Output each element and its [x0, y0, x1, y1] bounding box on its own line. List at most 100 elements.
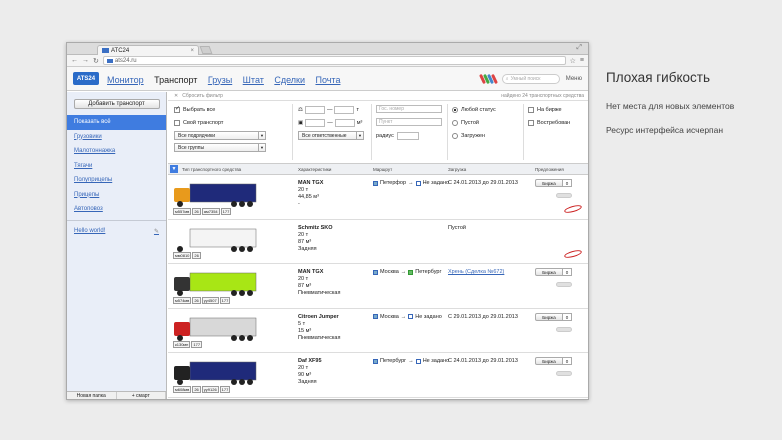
deal-link[interactable]: Хрень (Сделка №672): [448, 269, 504, 275]
radius-input[interactable]: [396, 132, 419, 140]
in-demand-checkbox[interactable]: Востребован: [528, 118, 570, 128]
sidebar-divider: [67, 219, 166, 221]
volume-max-input[interactable]: [334, 119, 355, 127]
groups-select[interactable]: Все группы ▼: [174, 143, 266, 152]
route-from: Москва: [380, 269, 399, 275]
status-empty-label: Пустой: [461, 120, 479, 126]
back-icon[interactable]: ←: [71, 57, 78, 64]
nav-transport[interactable]: Транспорт: [154, 75, 197, 85]
menu-button[interactable]: Меню: [566, 76, 582, 82]
load-info: С 24.01.2013 до 29.01.2013: [448, 358, 518, 364]
vehicle-name[interactable]: Citroen Jumper: [298, 314, 339, 320]
table-row[interactable]: м608мв 26 уу9126 177 Daf XF95 20 т 90 м³ Задняя…: [168, 353, 588, 398]
filter-funnel-icon[interactable]: ▼: [170, 165, 178, 173]
on-exchange-checkbox[interactable]: На бирже: [528, 105, 570, 115]
close-filter-icon[interactable]: ✕: [174, 93, 178, 99]
sidebar-item-trailers[interactable]: Прицепы: [67, 188, 166, 203]
weight-max-input[interactable]: [334, 106, 355, 114]
volume-min-input[interactable]: [305, 119, 326, 127]
sidebar-item-car-carrier[interactable]: Автоповоз: [67, 202, 166, 217]
nav-cargo[interactable]: Грузы: [208, 75, 232, 85]
load-text: С 24.01.2013 до 29.01.2013: [448, 358, 518, 364]
select-all-checkbox[interactable]: Выбрать все: [174, 105, 266, 115]
new-folder-button[interactable]: Новая папка: [67, 392, 117, 399]
address-bar: ← → ↻ ats24.ru ☆ ≡: [67, 55, 588, 67]
col-route[interactable]: Маршрут: [373, 167, 392, 172]
add-transport-button[interactable]: Добавить транспорт: [73, 99, 160, 109]
smart-folder-button[interactable]: + смарт: [116, 392, 166, 399]
offer-toggle[interactable]: [556, 326, 572, 332]
truck-image: [177, 228, 257, 252]
exchange-button[interactable]: Биржа: [535, 268, 563, 276]
edit-icon[interactable]: ✎: [154, 228, 159, 236]
nav-mail[interactable]: Почта: [315, 75, 340, 85]
table-header: ▼ Тип транспортного средства Характерист…: [168, 164, 588, 175]
exchange-button[interactable]: Биржа: [535, 312, 563, 321]
offer-toggle[interactable]: [556, 193, 572, 198]
offer-count: 0: [563, 268, 572, 276]
number-input[interactable]: Гос. номер: [376, 105, 442, 113]
vehicle-name[interactable]: MAN TGX: [298, 269, 323, 275]
exchange-button[interactable]: Биржа: [535, 179, 563, 187]
route-to: Не задано: [415, 313, 442, 320]
table-row[interactable]: мм0810 26 Schmitz SKO 20 т 87 м³ Задняя Пустой: [168, 220, 588, 264]
nav-staff[interactable]: Штат: [243, 75, 264, 85]
point-input[interactable]: Пункт: [376, 118, 442, 126]
spec-value: 87 м³: [298, 238, 312, 245]
col-load[interactable]: Загрузка: [448, 167, 466, 172]
offer-toggle[interactable]: [556, 282, 572, 287]
exchange-button[interactable]: Биржа: [535, 357, 563, 365]
weight-min-input[interactable]: [304, 106, 325, 114]
offer-group: Биржа 0: [535, 312, 572, 321]
reset-filter-link[interactable]: Сбросить фильтр: [182, 93, 223, 99]
browser-menu-icon[interactable]: ≡: [580, 57, 584, 64]
load-info: С 24.01.2013 до 29.01.2013: [448, 180, 518, 186]
volume-icon: ▣: [298, 120, 304, 126]
window-resize-icon[interactable]: ⤢: [576, 44, 582, 52]
vehicle-name[interactable]: Schmitz SKO: [298, 225, 333, 231]
reload-icon[interactable]: ↻: [93, 57, 99, 65]
vehicle-name[interactable]: Daf XF95: [298, 358, 322, 364]
col-type[interactable]: Тип транспортного средства: [182, 167, 241, 172]
close-tab-icon[interactable]: ×: [190, 48, 194, 54]
table-row[interactable]: к130мн 177 Citroen Jumper 5 т 15 м³ Пневматич…: [168, 309, 588, 353]
sidebar-item-hello[interactable]: Hello world! ✎: [67, 224, 166, 239]
sidebar-item-light[interactable]: Малотоннажка: [67, 144, 166, 159]
sidebar-item-tractors[interactable]: Тягачи: [67, 159, 166, 174]
app-logo[interactable]: ATS24: [73, 72, 99, 85]
plates: м557мв 26 ам7354 177: [173, 207, 232, 215]
bookmark-star-icon[interactable]: ☆: [570, 57, 576, 65]
responsible-select[interactable]: Все ответственные ▼: [298, 131, 364, 140]
smart-search-input[interactable]: ⌕ Умный поиск: [501, 73, 560, 84]
own-transport-checkbox[interactable]: Свой транспорт: [174, 118, 266, 128]
truck-image: [174, 317, 257, 341]
table-row[interactable]: Mercedes-Benz T800Таганрог→Мусор (Сделка…: [168, 398, 588, 400]
col-specs[interactable]: Характеристики: [298, 167, 331, 172]
route: Москва → Петербург: [373, 269, 441, 275]
nav-deals[interactable]: Сделки: [274, 75, 305, 85]
status-loaded-label: Загружен: [461, 133, 485, 139]
plate-number: мм0810: [173, 252, 192, 259]
contractors-select[interactable]: Все подрядчики ▼: [174, 131, 266, 140]
route-to: Не задано: [422, 358, 450, 364]
paperclips-icon[interactable]: [478, 73, 498, 84]
url-field[interactable]: ats24.ru: [102, 56, 566, 65]
sidebar-item-trucks[interactable]: Грузовики: [67, 130, 166, 145]
on-exchange-label: На бирже: [537, 107, 562, 113]
table-row[interactable]: м574мв 26 уу4507 177 MAN TGX 20 т 87 м³ Пневмат…: [168, 264, 588, 309]
new-tab-button[interactable]: [199, 46, 213, 54]
route-to: Петербург: [415, 269, 442, 275]
browser-tab[interactable]: ATC24 ×: [97, 45, 199, 55]
nav-monitor[interactable]: Монитор: [107, 75, 144, 85]
table-row[interactable]: м557мв 26 ам7354 177 MAN TGX 20 т 44,85 м³ - Пет…: [168, 175, 588, 220]
status-any-radio[interactable]: Любой статус: [452, 105, 496, 115]
sidebar-item-show-all[interactable]: Показать всё: [67, 115, 166, 130]
status-loaded-radio[interactable]: Загружен: [452, 131, 496, 141]
sidebar-item-semitrailers[interactable]: Полуприцепы: [67, 173, 166, 188]
offer-toggle[interactable]: [556, 371, 572, 376]
vehicle-name[interactable]: MAN TGX: [298, 180, 323, 186]
truck-image: [174, 361, 257, 385]
status-empty-radio[interactable]: Пустой: [452, 118, 496, 128]
forward-icon[interactable]: →: [82, 57, 89, 64]
col-offers[interactable]: Предложения: [535, 167, 564, 172]
